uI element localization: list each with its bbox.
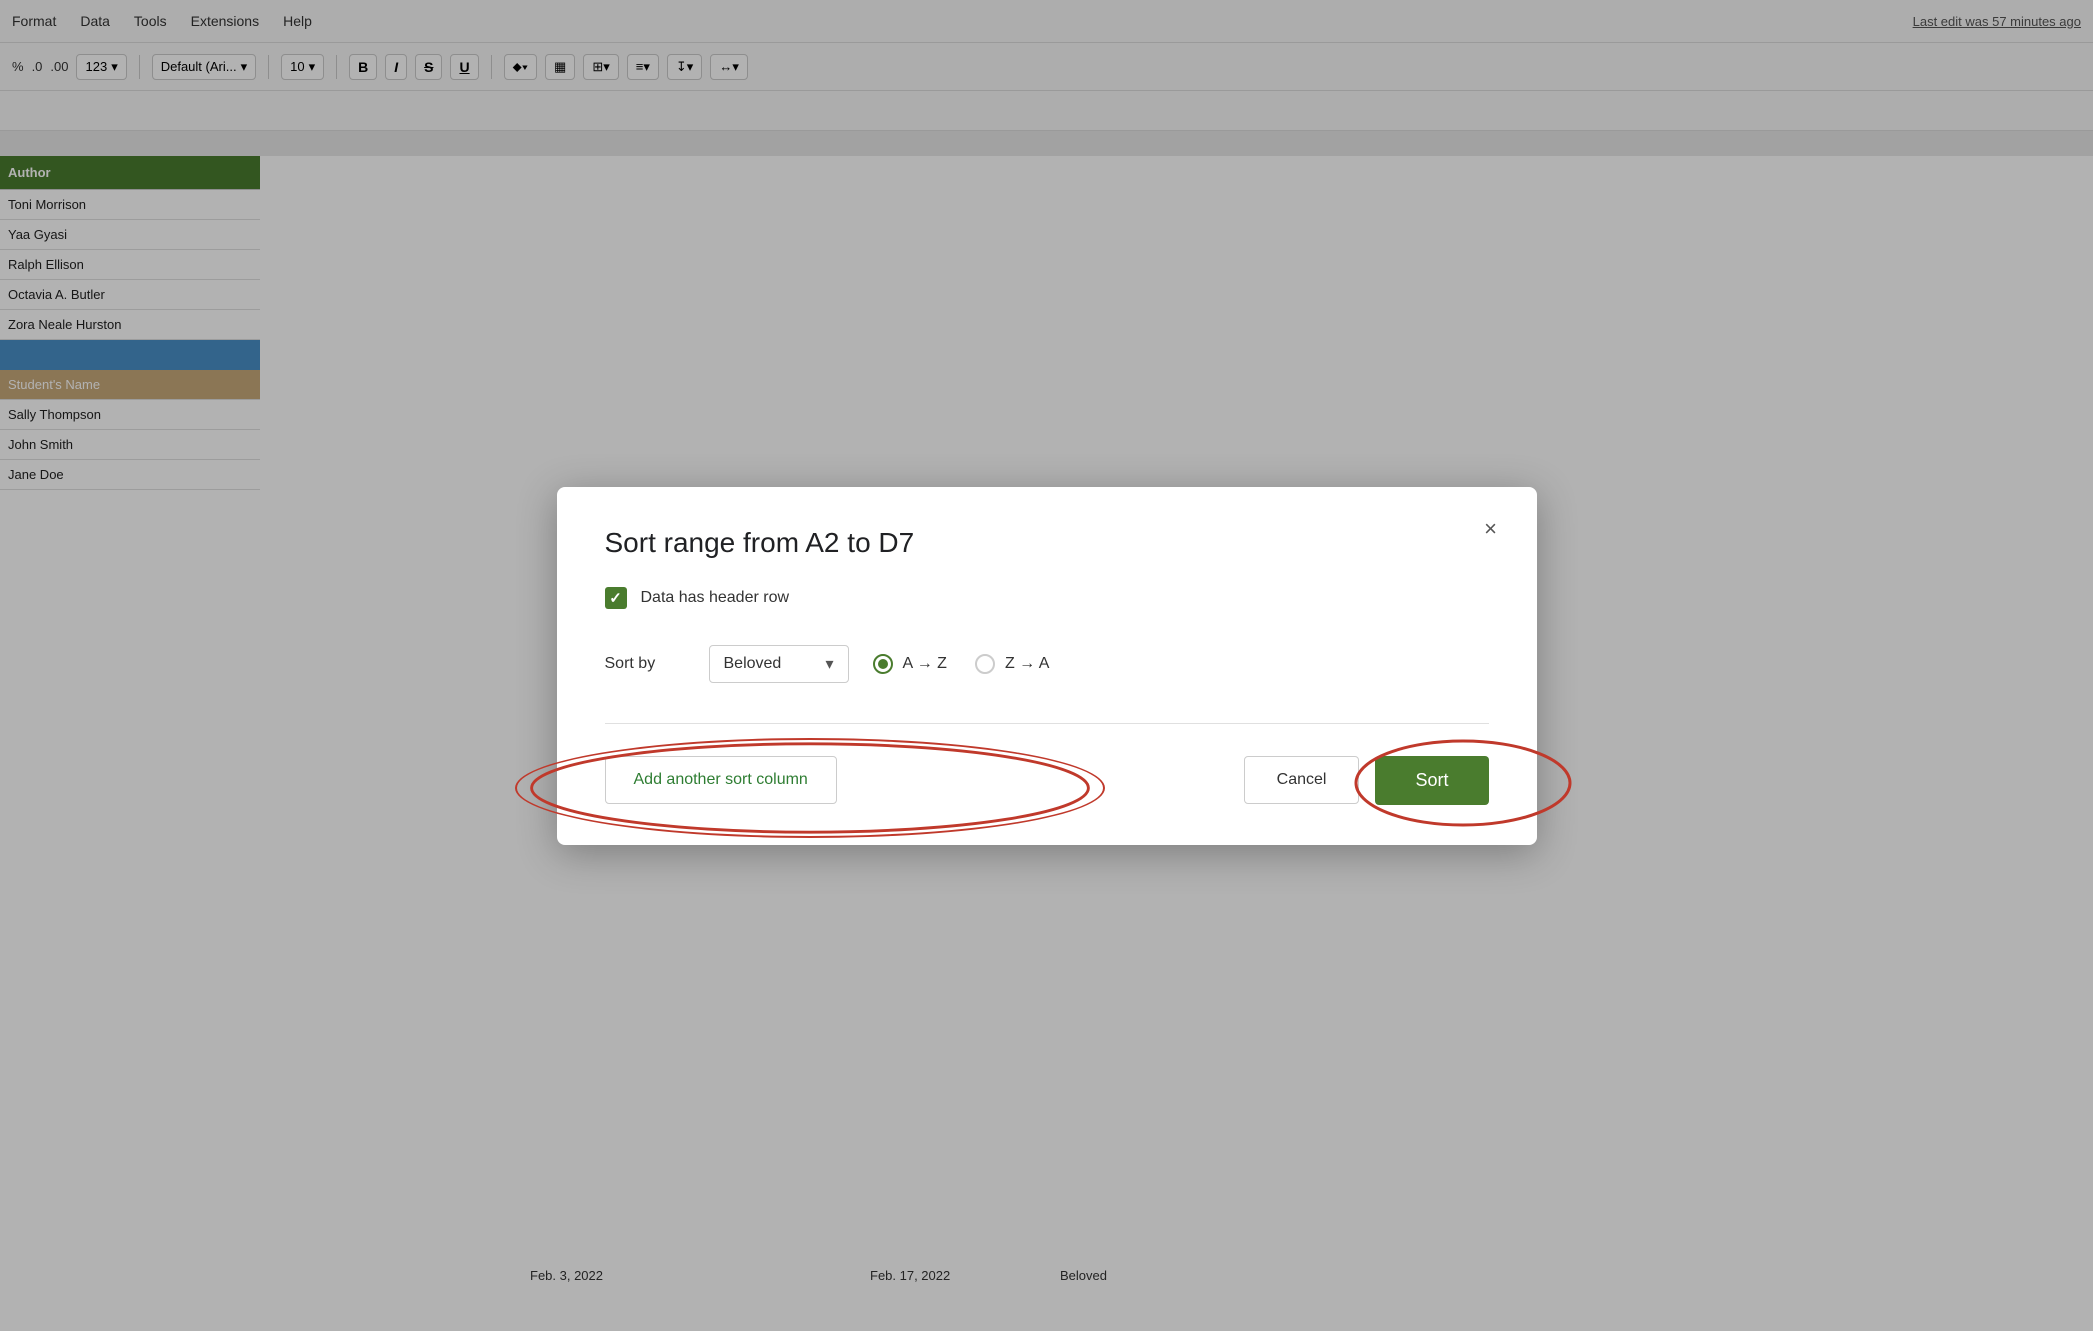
radio-az-label: A → Z <box>903 655 947 673</box>
add-sort-column-button[interactable]: Add another sort column <box>605 756 837 804</box>
header-checkbox[interactable] <box>605 587 627 609</box>
header-row-option: Data has header row <box>605 587 1489 609</box>
modal-bottom-row: Add another sort column Cancel Sort <box>605 756 1489 805</box>
sort-column-value: Beloved <box>724 655 782 673</box>
sort-btn-wrapper: Sort <box>1375 756 1488 805</box>
add-sort-wrapper: Add another sort column <box>605 756 837 804</box>
modal-title: Sort range from A2 to D7 <box>605 527 1489 559</box>
radio-az[interactable]: A → Z <box>873 654 947 674</box>
sort-by-row: Sort by Beloved ▾ A → Z Z → A <box>605 645 1489 683</box>
radio-za-label: Z → A <box>1005 655 1049 673</box>
sort-order-radio-group: A → Z Z → A <box>873 654 1050 674</box>
sort-column-select[interactable]: Beloved ▾ <box>709 645 849 683</box>
modal-overlay: × Sort range from A2 to D7 Data has head… <box>0 0 2093 1331</box>
sort-by-label: Sort by <box>605 655 685 673</box>
sort-button[interactable]: Sort <box>1375 756 1488 805</box>
sort-range-dialog: × Sort range from A2 to D7 Data has head… <box>557 487 1537 845</box>
header-checkbox-label: Data has header row <box>641 589 790 607</box>
close-button[interactable]: × <box>1473 511 1509 547</box>
modal-actions: Cancel Sort <box>1244 756 1489 805</box>
radio-az-circle <box>873 654 893 674</box>
radio-za[interactable]: Z → A <box>975 654 1049 674</box>
modal-divider <box>605 723 1489 724</box>
cancel-button[interactable]: Cancel <box>1244 756 1360 804</box>
chevron-down-icon: ▾ <box>825 654 833 674</box>
radio-za-circle <box>975 654 995 674</box>
